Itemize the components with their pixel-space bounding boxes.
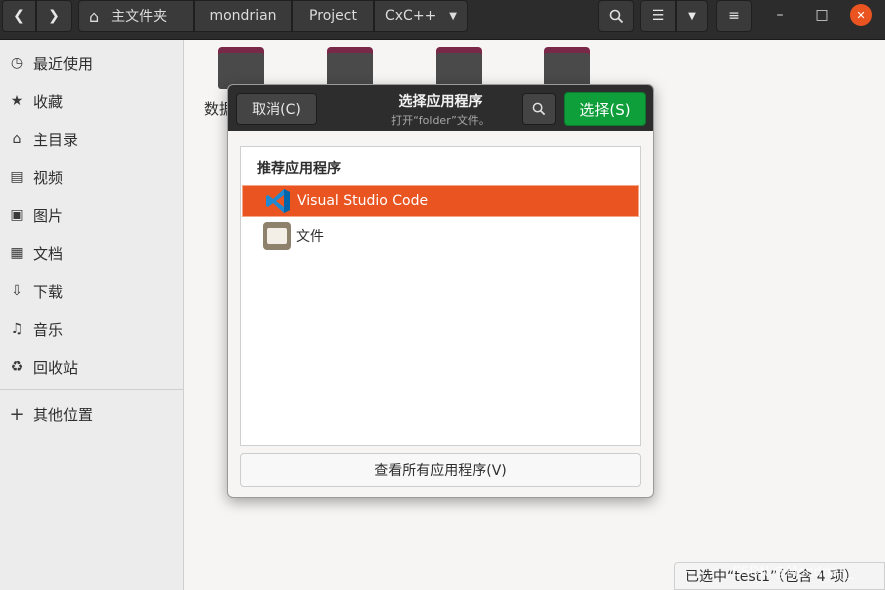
breadcrumb-label: Project — [309, 8, 357, 24]
dialog-header: 选择应用程序 打开“folder”文件。 取消(C) 选择(S) — [228, 85, 653, 131]
home-icon: ⌂ — [12, 131, 22, 147]
list-view-button[interactable]: ☰ — [640, 0, 676, 32]
clock-icon: ◷ — [10, 55, 24, 71]
sidebar-item-pictures[interactable]: ▣ 图片 — [0, 196, 183, 234]
minimize-button[interactable]: – — [769, 4, 791, 26]
maximize-icon: □ — [815, 7, 829, 23]
sidebar-item-starred[interactable]: ★ 收藏 — [0, 82, 183, 120]
breadcrumb-label: 主文件夹 — [111, 9, 168, 25]
breadcrumb-label: CxC++ — [385, 8, 437, 24]
menu-button[interactable]: ≡ — [716, 0, 752, 32]
download-icon: ⇩ — [11, 283, 23, 299]
list-heading: 推荐应用程序 — [257, 161, 341, 177]
sidebar-item-other-locations[interactable]: + 其他位置 — [0, 395, 183, 433]
breadcrumb-label: mondrian — [209, 8, 277, 24]
hamburger-icon: ≡ — [728, 8, 740, 24]
sidebar-item-documents[interactable]: ▦ 文档 — [0, 234, 183, 272]
sidebar-item-downloads[interactable]: ⇩ 下载 — [0, 272, 183, 310]
sidebar-item-label: 文档 — [33, 244, 64, 263]
folder-icon[interactable] — [218, 47, 264, 89]
list-icon: ☰ — [651, 8, 665, 24]
sidebar-item-label: 音乐 — [33, 320, 64, 339]
caret-down-icon: ▼ — [449, 10, 457, 22]
close-button[interactable]: ✕ — [850, 4, 872, 26]
sidebar-item-label: 最近使用 — [33, 54, 94, 73]
sidebar-item-home[interactable]: ⌂ 主目录 — [0, 120, 183, 158]
sidebar: ◷ 最近使用 ★ 收藏 ⌂ 主目录 ▤ 视频 ▣ 图片 ▦ 文档 ⇩ 下载 ♫ 音乐 ♻ 回收站 … — [0, 40, 184, 590]
sidebar-item-label: 其他位置 — [33, 405, 94, 424]
picture-icon: ▣ — [10, 207, 24, 223]
home-icon: ⌂ — [89, 6, 100, 26]
back-button[interactable]: ❮ — [2, 0, 36, 32]
plus-icon: + — [9, 403, 25, 425]
vscode-icon — [263, 186, 293, 216]
app-name: Visual Studio Code — [297, 193, 429, 209]
caret-down-icon: ▼ — [688, 10, 696, 22]
sidebar-item-videos[interactable]: ▤ 视频 — [0, 158, 183, 196]
app-chooser-dialog: 选择应用程序 打开“folder”文件。 取消(C) 选择(S) 推荐应用程序 … — [227, 84, 654, 498]
breadcrumb-project[interactable]: Project — [292, 0, 374, 32]
minimize-icon: – — [776, 7, 784, 23]
cancel-button[interactable]: 取消(C) — [236, 93, 317, 125]
sidebar-divider — [0, 389, 183, 390]
maximize-button[interactable]: □ — [811, 4, 833, 26]
folder-icon[interactable] — [327, 47, 373, 89]
chevron-right-icon: ❯ — [48, 8, 60, 24]
sidebar-item-trash[interactable]: ♻ 回收站 — [0, 348, 183, 386]
breadcrumb-home[interactable]: ⌂ 主文件夹 — [78, 0, 194, 32]
sidebar-item-label: 收藏 — [33, 92, 64, 111]
app-name: 文件 — [296, 229, 324, 245]
sidebar-item-label: 图片 — [33, 206, 64, 225]
sidebar-item-music[interactable]: ♫ 音乐 — [0, 310, 183, 348]
view-options-button[interactable]: ▼ — [676, 0, 708, 32]
breadcrumb-cxcpp[interactable]: CxC++ ▼ — [374, 0, 468, 32]
view-all-apps-button[interactable]: 查看所有应用程序(V) — [240, 453, 641, 487]
search-icon — [609, 9, 623, 23]
sidebar-item-label: 视频 — [33, 168, 64, 187]
app-item-files[interactable]: 文件 — [242, 220, 639, 252]
close-icon: ✕ — [856, 8, 866, 22]
forward-button[interactable]: ❯ — [36, 0, 72, 32]
header-bar: ❮ ❯ ⌂ 主文件夹 mondrian Project CxC++ ▼ ☰ ▼ … — [0, 0, 885, 40]
star-icon: ★ — [10, 93, 24, 109]
folder-icon[interactable] — [436, 47, 482, 89]
sidebar-item-label: 下载 — [33, 282, 64, 301]
dialog-search-button[interactable] — [522, 93, 556, 125]
app-item-vscode[interactable]: Visual Studio Code — [242, 185, 639, 217]
select-button[interactable]: 选择(S) — [564, 92, 646, 126]
app-list: 推荐应用程序 Visual Studio Code 文件 — [240, 146, 641, 446]
search-icon — [532, 102, 546, 116]
files-icon — [262, 221, 292, 251]
chevron-left-icon: ❮ — [13, 8, 25, 24]
video-icon: ▤ — [10, 169, 24, 185]
sidebar-item-recent[interactable]: ◷ 最近使用 — [0, 44, 183, 82]
sidebar-item-label: 主目录 — [33, 130, 79, 149]
watermark: CSDN @Mondrian_ — [732, 565, 854, 580]
search-button[interactable] — [598, 0, 634, 32]
trash-icon: ♻ — [10, 359, 24, 375]
document-icon: ▦ — [10, 245, 24, 261]
sidebar-item-label: 回收站 — [33, 358, 79, 377]
music-icon: ♫ — [10, 321, 24, 337]
breadcrumb-mondrian[interactable]: mondrian — [194, 0, 292, 32]
folder-icon[interactable] — [544, 47, 590, 89]
